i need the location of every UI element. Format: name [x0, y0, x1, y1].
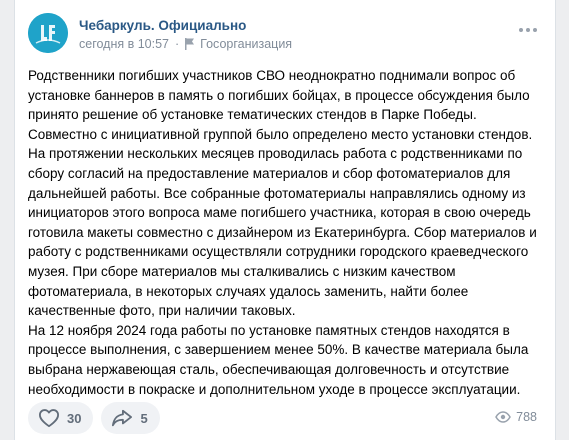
- views-count: 788: [516, 410, 537, 424]
- group-avatar[interactable]: [28, 13, 68, 53]
- share-button[interactable]: 5: [101, 402, 160, 434]
- post-actions: 30 5: [28, 402, 160, 434]
- meta-separator: ·: [175, 37, 180, 51]
- like-button[interactable]: 30: [28, 402, 94, 434]
- eye-icon: [495, 411, 512, 423]
- more-dots-icon[interactable]: [519, 28, 537, 32]
- post-paragraph-second: На 12 ноября 2024 года работы по установ…: [28, 322, 529, 397]
- post-card: Чебаркуль. Официально сегодня в 10:57 · …: [14, 0, 556, 440]
- post-meta: сегодня в 10:57 · Госорганизация: [79, 37, 292, 51]
- share-arrow-icon: [112, 409, 133, 427]
- views-counter: 788: [495, 410, 537, 424]
- post-text: Родственники погибших участников СВО нео…: [28, 66, 544, 399]
- heart-icon: [39, 409, 59, 428]
- like-count: 30: [67, 410, 82, 426]
- org-type: Госорганизация: [200, 37, 293, 51]
- share-count: 5: [140, 410, 148, 426]
- city-logo-icon: [28, 13, 68, 53]
- post-time[interactable]: сегодня в 10:57: [79, 37, 169, 51]
- post-paragraph-main: Родственники погибших участников СВО нео…: [28, 68, 537, 319]
- post-author[interactable]: Чебаркуль. Официально: [79, 18, 246, 33]
- flag-icon: [185, 38, 195, 50]
